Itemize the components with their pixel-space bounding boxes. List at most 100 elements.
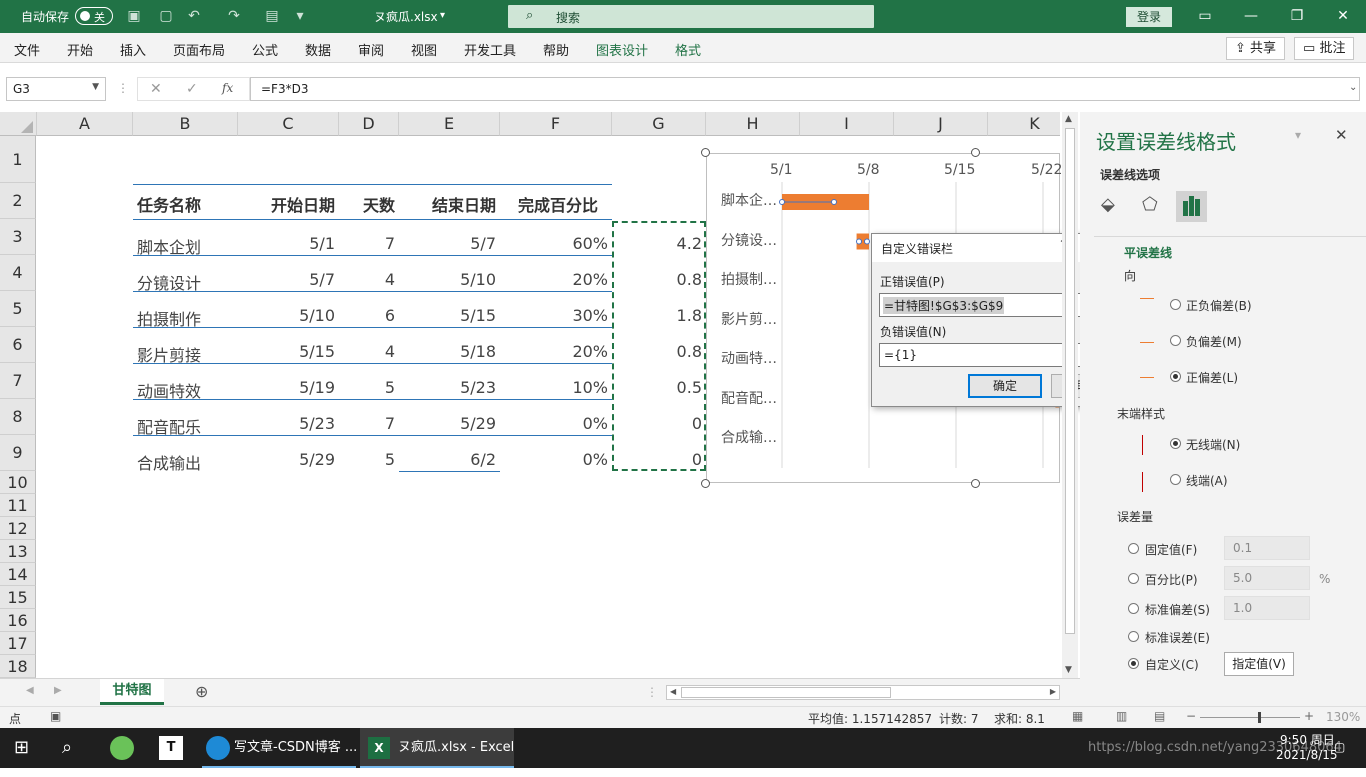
zoom-slider[interactable] (1200, 712, 1300, 723)
radio-minus[interactable] (1170, 335, 1181, 346)
header-days[interactable]: 天数 (339, 192, 395, 216)
radio-both[interactable] (1170, 299, 1181, 310)
page-break-view-icon[interactable]: ▤ (1154, 709, 1165, 723)
name-box-chevron-icon[interactable]: ▼ (92, 82, 99, 92)
error-bar-handle[interactable] (856, 238, 862, 245)
row-header-5[interactable]: 5 (0, 291, 36, 327)
percent-input[interactable]: 5.0 (1224, 566, 1310, 590)
zoom-out-icon[interactable]: − (1186, 709, 1196, 723)
row-header-16[interactable]: 16 (0, 609, 36, 632)
error-bar-handle[interactable] (864, 238, 870, 245)
file-name[interactable]: ヌ疯瓜.xlsx (374, 8, 438, 25)
close-icon[interactable]: ✕ (1333, 6, 1353, 26)
page-layout-view-icon[interactable]: ▥ (1116, 709, 1127, 723)
tab-split-handle-icon[interactable]: ⋮ (646, 685, 658, 699)
notification-icon[interactable]: ▢ (1334, 740, 1345, 754)
col-header-j[interactable]: J (894, 112, 988, 136)
row-header-9[interactable]: 9 (0, 435, 36, 471)
option-cap[interactable]: 线端(A) (1186, 472, 1228, 489)
start-cell[interactable]: 5/7 (238, 270, 335, 289)
add-sheet-icon[interactable]: ⊕ (195, 682, 208, 701)
pct-cell[interactable]: 0% (500, 450, 608, 469)
end-cell[interactable]: 6/2 (399, 450, 496, 469)
app-green-icon[interactable] (110, 728, 134, 768)
option-plus[interactable]: 正偏差(L) (1186, 369, 1238, 386)
windows-start-icon[interactable]: ⊞ (14, 728, 29, 768)
header-task-name[interactable]: 任务名称 (137, 192, 201, 216)
radio-plus[interactable] (1170, 371, 1181, 382)
zoom-level[interactable]: 130% (1326, 710, 1360, 724)
pct-cell[interactable]: 10% (500, 378, 608, 397)
prev-sheet-icon[interactable]: ◀ (26, 685, 34, 696)
fixed-value-input[interactable]: 0.1 (1224, 536, 1310, 560)
radio-no-cap[interactable] (1170, 438, 1181, 449)
row-header-8[interactable]: 8 (0, 399, 36, 435)
col-header-h[interactable]: H (706, 112, 800, 136)
vertical-scrollbar[interactable]: ▲ ▼ (1062, 112, 1078, 678)
col-header-i[interactable]: I (800, 112, 894, 136)
option-fixed[interactable]: 固定值(F) (1145, 541, 1197, 558)
accessibility-icon[interactable]: ▣ (50, 709, 61, 723)
specify-value-button[interactable]: 指定值(V) (1224, 652, 1294, 676)
insert-function-icon[interactable]: fx (222, 81, 233, 95)
chart-resize-handle[interactable] (701, 148, 710, 157)
radio-custom[interactable] (1128, 658, 1139, 669)
taskbar-excel-window[interactable]: X ヌ疯瓜.xlsx - Excel (360, 728, 514, 768)
status-count[interactable]: 计数: 7 (939, 710, 979, 727)
new-icon[interactable]: ▢ (158, 8, 174, 24)
status-average[interactable]: 平均值: 1.157142857 (808, 710, 932, 727)
customize-chevron-icon[interactable]: ▾ (292, 8, 308, 24)
tab-data[interactable]: 数据 (305, 40, 331, 59)
series-options-button[interactable] (1176, 191, 1207, 222)
tab-format[interactable]: 格式 (675, 40, 701, 59)
header-percent-complete[interactable]: 完成百分比 (500, 192, 598, 216)
radio-percent[interactable] (1128, 573, 1139, 584)
start-cell[interactable]: 5/10 (238, 306, 335, 325)
start-cell[interactable]: 5/19 (238, 378, 335, 397)
radio-cap[interactable] (1170, 474, 1181, 485)
pane-close-icon[interactable]: ✕ (1335, 126, 1348, 144)
days-cell[interactable]: 7 (339, 234, 395, 253)
col-header-e[interactable]: E (399, 112, 500, 136)
task-cell[interactable]: 合成输出 (137, 450, 201, 474)
error-bar-handle[interactable] (831, 199, 837, 205)
search-icon[interactable]: ⌕ (62, 728, 72, 768)
row-header-1[interactable]: 1 (0, 136, 36, 183)
next-sheet-icon[interactable]: ▶ (54, 685, 62, 696)
col-header-g[interactable]: G (612, 112, 706, 136)
option-stderr[interactable]: 标准误差(E) (1145, 629, 1210, 646)
row-header-3[interactable]: 3 (0, 219, 36, 255)
row-header-4[interactable]: 4 (0, 255, 36, 291)
radio-stddev[interactable] (1128, 603, 1139, 614)
save-icon[interactable]: ▣ (126, 8, 142, 24)
chart-resize-handle[interactable] (971, 479, 980, 488)
taskbar-edge-window[interactable]: 写文章-CSDN博客 ... (202, 728, 357, 768)
row-header-12[interactable]: 12 (0, 517, 36, 540)
clock-time[interactable]: 9:50 周日 (1280, 731, 1335, 748)
chart-resize-handle[interactable] (701, 479, 710, 488)
days-cell[interactable]: 5 (339, 450, 395, 469)
tab-file[interactable]: 文件 (14, 40, 40, 59)
stddev-input[interactable]: 1.0 (1224, 596, 1310, 620)
cancel-icon[interactable]: ✕ (150, 81, 162, 97)
end-cell[interactable]: 5/29 (399, 414, 496, 433)
tab-page-layout[interactable]: 页面布局 (173, 40, 225, 59)
col-header-k[interactable]: K (988, 112, 1060, 136)
start-cell[interactable]: 5/29 (238, 450, 335, 469)
row-header-6[interactable]: 6 (0, 327, 36, 363)
scroll-left-icon[interactable]: ◀ (670, 687, 676, 696)
option-both[interactable]: 正负偏差(B) (1186, 297, 1252, 314)
row-header-15[interactable]: 15 (0, 586, 36, 609)
ribbon-display-icon[interactable]: ▭ (1195, 6, 1215, 26)
pct-cell[interactable]: 20% (500, 342, 608, 361)
row-header-2[interactable]: 2 (0, 183, 36, 219)
filename-chevron-icon[interactable]: ▾ (440, 10, 445, 21)
row-header-14[interactable]: 14 (0, 563, 36, 586)
row-header-11[interactable]: 11 (0, 494, 36, 517)
start-cell[interactable]: 5/23 (238, 414, 335, 433)
days-cell[interactable]: 6 (339, 306, 395, 325)
effects-icon[interactable]: ⬠ (1142, 194, 1158, 215)
minimize-icon[interactable]: — (1241, 6, 1261, 26)
row-header-17[interactable]: 17 (0, 632, 36, 655)
days-cell[interactable]: 7 (339, 414, 395, 433)
